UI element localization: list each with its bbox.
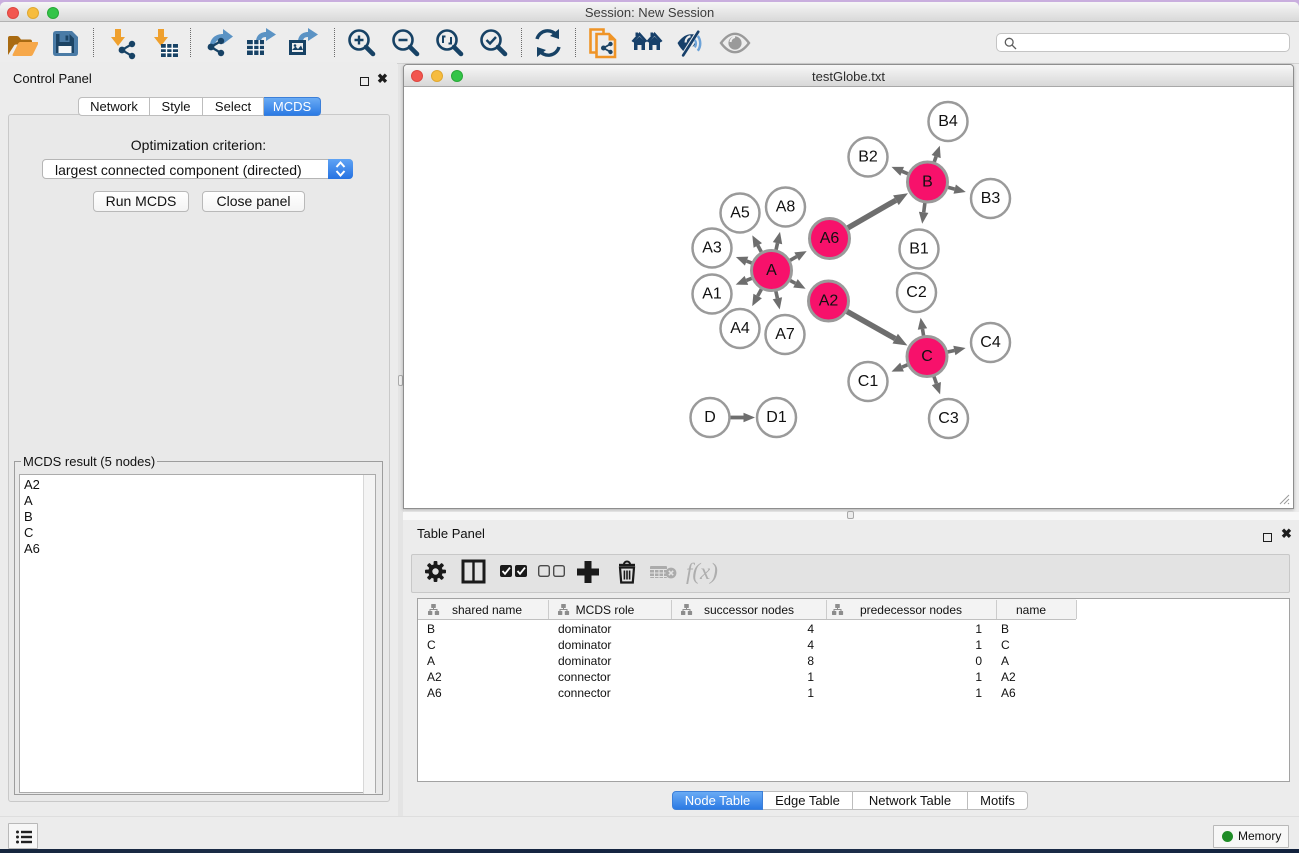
svg-text:D: D <box>704 409 716 426</box>
svg-text:A5: A5 <box>730 205 750 222</box>
svg-text:B2: B2 <box>858 149 878 166</box>
svg-text:A: A <box>1001 654 1009 668</box>
svg-text:A3: A3 <box>702 240 722 257</box>
svg-text:C1: C1 <box>858 373 879 390</box>
svg-text:connector: connector <box>558 686 611 700</box>
svg-text:A: A <box>427 654 435 668</box>
svg-text:B4: B4 <box>938 113 958 130</box>
svg-text:A6: A6 <box>820 230 840 247</box>
svg-text:A6: A6 <box>1001 686 1016 700</box>
svg-text:name: name <box>1016 603 1046 617</box>
svg-text:connector: connector <box>558 670 611 684</box>
svg-text:shared name: shared name <box>452 603 522 617</box>
svg-text:dominator: dominator <box>558 654 611 668</box>
svg-text:predecessor nodes: predecessor nodes <box>860 603 962 617</box>
svg-text:B: B <box>427 622 435 636</box>
svg-text:C4: C4 <box>980 334 1001 351</box>
svg-text:A: A <box>766 262 777 279</box>
svg-text:1: 1 <box>975 638 982 652</box>
svg-text:C3: C3 <box>938 410 959 427</box>
svg-text:MCDS role: MCDS role <box>576 603 635 617</box>
svg-text:1: 1 <box>975 670 982 684</box>
svg-text:A2: A2 <box>1001 670 1016 684</box>
svg-text:B: B <box>1001 622 1009 636</box>
svg-text:A2: A2 <box>427 670 442 684</box>
svg-text:B3: B3 <box>981 190 1001 207</box>
svg-text:A8: A8 <box>776 199 796 216</box>
svg-text:4: 4 <box>807 638 814 652</box>
svg-text:dominator: dominator <box>558 622 611 636</box>
svg-text:1: 1 <box>975 686 982 700</box>
svg-text:A6: A6 <box>427 686 442 700</box>
svg-text:D1: D1 <box>766 409 787 426</box>
svg-text:0: 0 <box>975 654 982 668</box>
svg-text:C: C <box>921 348 933 365</box>
svg-text:A2: A2 <box>819 293 839 310</box>
svg-text:1: 1 <box>975 622 982 636</box>
svg-text:4: 4 <box>807 622 814 636</box>
svg-text:1: 1 <box>807 686 814 700</box>
svg-text:dominator: dominator <box>558 638 611 652</box>
svg-text:A7: A7 <box>775 326 795 343</box>
svg-text:A4: A4 <box>730 320 750 337</box>
svg-text:1: 1 <box>807 670 814 684</box>
svg-text:A1: A1 <box>702 286 722 303</box>
svg-text:8: 8 <box>807 654 814 668</box>
svg-text:C2: C2 <box>906 284 927 301</box>
svg-text:successor nodes: successor nodes <box>704 603 794 617</box>
svg-text:B: B <box>922 174 933 191</box>
svg-text:C: C <box>427 638 436 652</box>
svg-text:B1: B1 <box>909 241 929 258</box>
svg-text:C: C <box>1001 638 1010 652</box>
